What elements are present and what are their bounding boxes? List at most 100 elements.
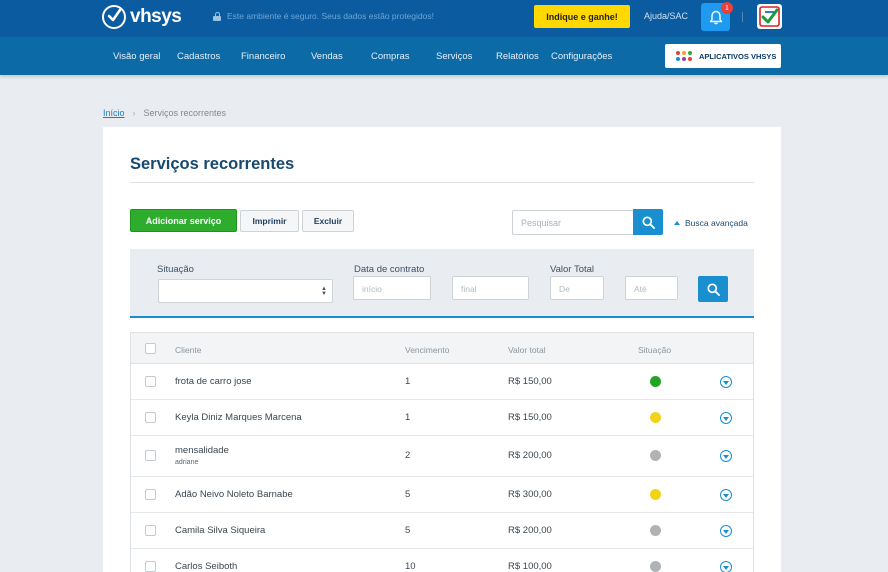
cliente-name: Adão Neivo Noleto Barnabe xyxy=(175,489,293,500)
row-checkbox[interactable] xyxy=(145,450,156,461)
add-service-button[interactable]: Adicionar serviço xyxy=(130,209,237,232)
advanced-search-toggle[interactable]: Busca avançada xyxy=(674,218,748,228)
valor-total: R$ 150,00 xyxy=(508,376,552,387)
logo-text: vhsys xyxy=(130,6,182,27)
secure-notice-text: Este ambiente é seguro. Seus dados estão… xyxy=(227,11,434,21)
bell-icon xyxy=(709,10,722,24)
vencimento: 2 xyxy=(405,450,411,461)
col-cliente[interactable]: Cliente xyxy=(175,345,201,355)
table-row[interactable]: Camila Silva Siqueira 5 R$ 200,00 xyxy=(131,513,753,549)
nav-financeiro[interactable]: Financeiro xyxy=(241,51,285,62)
status-dot xyxy=(650,450,661,461)
valor-total: R$ 100,00 xyxy=(508,561,552,572)
table-row[interactable]: Adão Neivo Noleto Barnabe 5 R$ 300,00 xyxy=(131,477,753,513)
row-checkbox[interactable] xyxy=(145,489,156,500)
data-inicio-field[interactable]: início xyxy=(353,276,431,300)
filter-panel: Situação ▲ ▼ Data de contrato início fina… xyxy=(130,249,754,318)
row-checkbox[interactable] xyxy=(145,412,156,423)
table-row[interactable]: mensalidade adriane 2 R$ 200,00 xyxy=(131,436,753,477)
nav-compras[interactable]: Compras xyxy=(371,51,410,62)
row-checkbox[interactable] xyxy=(145,561,156,572)
table-row[interactable]: Carlos Seiboth 10 R$ 100,00 xyxy=(131,549,753,572)
valor-ate-field[interactable]: Até xyxy=(625,276,678,300)
advanced-search-label: Busca avançada xyxy=(685,218,748,228)
valor-total: R$ 150,00 xyxy=(508,412,552,423)
search-icon xyxy=(641,215,655,229)
data-final-field[interactable]: final xyxy=(452,276,529,300)
services-table: Cliente Vencimento Valor total Situação … xyxy=(130,332,754,572)
page-title: Serviços recorrentes xyxy=(130,155,295,173)
vencimento: 1 xyxy=(405,412,411,423)
print-button[interactable]: Imprimir xyxy=(240,210,299,232)
status-dot xyxy=(650,561,661,572)
cliente-name: mensalidade xyxy=(175,445,229,456)
expand-row-icon[interactable] xyxy=(720,376,732,388)
breadcrumb-home[interactable]: Início xyxy=(103,108,125,118)
apps-grid-icon xyxy=(676,51,692,61)
status-dot xyxy=(650,489,661,500)
app-checklist-icon[interactable] xyxy=(757,4,782,29)
select-all-checkbox[interactable] xyxy=(145,343,156,354)
table-row[interactable]: Keyla Diniz Marques Marcena 1 R$ 150,00 xyxy=(131,400,753,436)
row-checkbox[interactable] xyxy=(145,376,156,387)
breadcrumb: Início › Serviços recorrentes xyxy=(103,108,226,118)
nav-relatorios[interactable]: Relatórios xyxy=(496,51,539,62)
logo-check-icon xyxy=(102,5,126,29)
expand-row-icon[interactable] xyxy=(720,489,732,501)
search-button[interactable] xyxy=(633,209,663,235)
valor-total: R$ 200,00 xyxy=(508,525,552,536)
expand-row-icon[interactable] xyxy=(720,525,732,537)
cliente-name: Keyla Diniz Marques Marcena xyxy=(175,412,302,423)
vencimento: 10 xyxy=(405,561,416,572)
expand-row-icon[interactable] xyxy=(720,450,732,462)
lock-icon xyxy=(213,11,221,21)
delete-button[interactable]: Excluir xyxy=(302,210,354,232)
col-vencimento[interactable]: Vencimento xyxy=(405,345,449,355)
cliente-name: Carlos Seiboth xyxy=(175,561,238,572)
valor-total-label: Valor Total xyxy=(550,264,595,275)
vencimento: 1 xyxy=(405,376,411,387)
cliente-name: Camila Silva Siqueira xyxy=(175,525,266,536)
row-checkbox[interactable] xyxy=(145,525,156,536)
search-icon xyxy=(706,282,720,296)
table-row[interactable]: frota de carro jose 1 R$ 150,00 xyxy=(131,364,753,400)
data-contrato-label: Data de contrato xyxy=(354,264,425,275)
filter-search-button[interactable] xyxy=(698,276,728,302)
vencimento: 5 xyxy=(405,489,411,500)
breadcrumb-current: Serviços recorrentes xyxy=(143,108,227,118)
situacao-label: Situação xyxy=(157,264,194,275)
status-dot xyxy=(650,412,661,423)
title-divider xyxy=(130,182,754,183)
expand-row-icon[interactable] xyxy=(720,561,732,572)
valor-total: R$ 300,00 xyxy=(508,489,552,500)
vencimento: 5 xyxy=(405,525,411,536)
breadcrumb-separator: › xyxy=(132,108,136,118)
valor-total: R$ 200,00 xyxy=(508,450,552,461)
divider xyxy=(742,12,743,22)
main-nav: Visão geral Cadastros Financeiro Vendas … xyxy=(0,37,888,75)
table-header: Cliente Vencimento Valor total Situação xyxy=(131,333,753,364)
secure-notice: Este ambiente é seguro. Seus dados estão… xyxy=(213,11,434,21)
nav-cadastros[interactable]: Cadastros xyxy=(177,51,220,62)
apps-button[interactable]: APLICATIVOS VHSYS xyxy=(665,44,781,68)
search-input[interactable]: Pesquisar xyxy=(512,210,634,235)
col-situacao[interactable]: Situação xyxy=(638,345,671,355)
indique-button[interactable]: Indique e ganhe! xyxy=(534,5,630,28)
status-dot xyxy=(650,376,661,387)
status-dot xyxy=(650,525,661,536)
nav-servicos[interactable]: Serviços xyxy=(436,51,472,62)
cliente-name: frota de carro jose xyxy=(175,376,252,387)
cliente-subtitle: adriane xyxy=(175,459,199,466)
ajuda-link[interactable]: Ajuda/SAC xyxy=(644,11,688,21)
situacao-select[interactable]: ▲ ▼ xyxy=(158,279,333,303)
expand-row-icon[interactable] xyxy=(720,412,732,424)
nav-visao-geral[interactable]: Visão geral xyxy=(113,51,160,62)
nav-vendas[interactable]: Vendas xyxy=(311,51,343,62)
vhsys-logo[interactable]: vhsys xyxy=(102,4,182,30)
notification-badge: 1 xyxy=(721,2,733,14)
col-valor-total[interactable]: Valor total xyxy=(508,345,546,355)
content-card: Serviços recorrentes Adicionar serviço I… xyxy=(103,127,781,572)
caret-up-icon xyxy=(674,221,680,225)
valor-de-field[interactable]: De xyxy=(550,276,604,300)
nav-configuracoes[interactable]: Configurações xyxy=(551,51,612,62)
